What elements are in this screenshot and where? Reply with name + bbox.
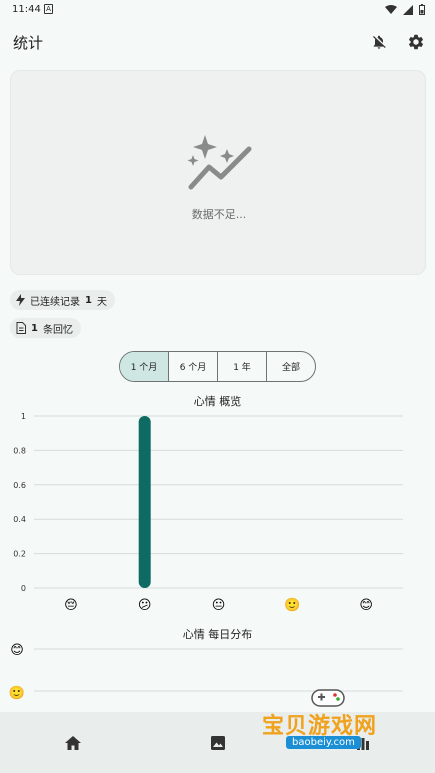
document-icon bbox=[16, 322, 26, 334]
mood-category-label: 😔 bbox=[64, 598, 78, 613]
battery-icon bbox=[419, 4, 425, 15]
mood-category-label: 🙂 bbox=[284, 597, 300, 613]
daily-row-emoji: 😊 bbox=[10, 643, 24, 658]
watermark-url: baobeiy.com bbox=[286, 736, 361, 749]
streak-suffix: 天 bbox=[96, 296, 107, 308]
bell-off-icon bbox=[373, 35, 386, 49]
range-option-1-year[interactable]: 1 年 bbox=[217, 352, 266, 381]
streak-count: 1 bbox=[85, 294, 92, 306]
mood-category-label: 😕 bbox=[138, 598, 152, 613]
memories-count: 1 bbox=[31, 322, 38, 334]
notification-a-icon: A bbox=[44, 4, 53, 14]
time-range-selector: 1 个月 6 个月 1 年 全部 bbox=[119, 351, 316, 382]
empty-state-message: 数据不足... bbox=[191, 208, 247, 221]
streak-chip: 已连续记录 1 天 bbox=[10, 290, 115, 310]
mood-bar bbox=[138, 416, 151, 588]
y-tick-label: 0.8 bbox=[13, 446, 26, 455]
y-tick-label: 1 bbox=[21, 412, 26, 421]
y-tick-label: 0.6 bbox=[13, 481, 26, 490]
settings-button[interactable] bbox=[404, 30, 428, 54]
watermark-logo: 宝贝游戏网 baobeiy.com bbox=[258, 684, 408, 754]
memories-suffix: 条回忆 bbox=[42, 324, 73, 336]
gamepad-icon bbox=[311, 689, 345, 707]
gear-icon bbox=[408, 34, 424, 50]
nav-home[interactable] bbox=[0, 712, 145, 773]
image-icon bbox=[210, 735, 225, 750]
y-tick-label: 0.4 bbox=[13, 515, 26, 524]
lightning-icon bbox=[16, 294, 25, 306]
mood-overview-title: 心情 概览 bbox=[193, 395, 242, 408]
mood-overview-chart: 0 0.2 0.4 0.6 0.8 1 😔 😕 😐 🙂 😊 bbox=[13, 412, 403, 613]
y-tick-label: 0.2 bbox=[13, 550, 26, 559]
range-option-all[interactable]: 全部 bbox=[266, 352, 315, 381]
memories-chip: 1 条回忆 bbox=[10, 318, 81, 338]
range-option-6-months[interactable]: 6 个月 bbox=[168, 352, 217, 381]
mood-category-label: 😊 bbox=[359, 598, 373, 613]
sparkle-trend-icon bbox=[187, 135, 252, 190]
notifications-off-button[interactable] bbox=[367, 30, 391, 54]
status-bar: 11:44 A bbox=[0, 0, 435, 20]
system-icons bbox=[385, 4, 425, 15]
home-icon bbox=[64, 735, 81, 750]
clock: 11:44 bbox=[12, 4, 41, 15]
streak-prefix: 已连续记录 bbox=[30, 296, 80, 308]
signal-icon bbox=[403, 4, 413, 15]
insufficient-data-card: 数据不足... bbox=[10, 70, 426, 275]
app-bar: 统计 bbox=[0, 22, 435, 62]
range-option-1-month[interactable]: 1 个月 bbox=[120, 352, 168, 381]
mood-category-label: 😐 bbox=[212, 598, 226, 613]
page-title: 统计 bbox=[13, 34, 44, 52]
daily-row-emoji: 🙂 bbox=[9, 685, 25, 701]
y-tick-label: 0 bbox=[21, 584, 26, 593]
wifi-icon bbox=[385, 4, 397, 14]
